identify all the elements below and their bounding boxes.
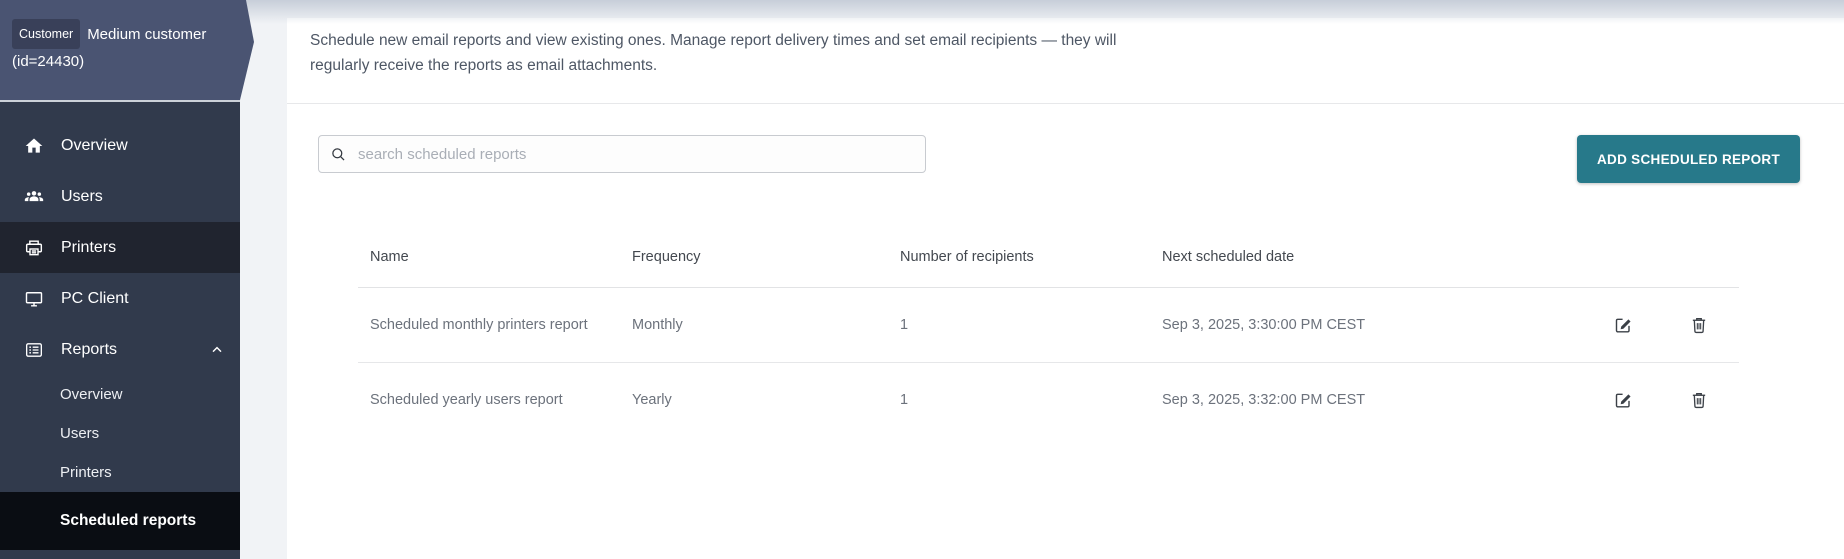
cell-recipients: 1 xyxy=(888,363,1150,438)
chevron-up-icon[interactable] xyxy=(209,342,225,358)
sidebar-item-reports[interactable]: Reports xyxy=(0,324,240,375)
scheduled-reports-table: Name Frequency Number of recipients Next… xyxy=(358,227,1739,437)
column-header-frequency: Frequency xyxy=(620,227,888,288)
sidebar-item-label: Printers xyxy=(61,239,116,257)
sidebar-item-pc-client[interactable]: PC Client xyxy=(0,273,240,324)
sidebar-item-printers[interactable]: Printers xyxy=(0,222,240,273)
customer-badge: Customer xyxy=(12,19,80,49)
reports-icon xyxy=(24,340,44,360)
cell-frequency: Monthly xyxy=(620,288,888,363)
table-header-row: Name Frequency Number of recipients Next… xyxy=(358,227,1739,288)
search-input[interactable] xyxy=(356,145,915,164)
section-divider xyxy=(287,103,1844,104)
cell-next-date: Sep 3, 2025, 3:32:00 PM CEST xyxy=(1150,363,1510,438)
sidebar-subitem-label: Printers xyxy=(60,464,112,481)
sidebar-item-overview[interactable]: Overview xyxy=(0,120,240,171)
cell-name: Scheduled yearly users report xyxy=(358,363,620,438)
sidebar-subitem-reports-users[interactable]: Users xyxy=(0,414,240,453)
search-icon xyxy=(329,145,348,164)
sidebar-subitem-reports-printers[interactable]: Printers xyxy=(0,453,240,492)
column-header-next-date: Next scheduled date xyxy=(1150,227,1510,288)
table-row: Scheduled monthly printers report Monthl… xyxy=(358,288,1739,363)
delete-icon[interactable] xyxy=(1689,315,1709,335)
cell-next-date: Sep 3, 2025, 3:30:00 PM CEST xyxy=(1150,288,1510,363)
monitor-icon xyxy=(24,289,44,309)
sidebar-item-label: PC Client xyxy=(61,290,129,308)
column-header-name: Name xyxy=(358,227,620,288)
add-scheduled-report-button[interactable]: ADD SCHEDULED REPORT xyxy=(1577,135,1800,183)
home-icon xyxy=(24,136,44,156)
column-header-recipients: Number of recipients xyxy=(888,227,1150,288)
sidebar-item-label: Reports xyxy=(61,341,117,359)
sidebar-subitem-reports-overview[interactable]: Overview xyxy=(0,375,240,414)
sidebar-item-label: Overview xyxy=(61,137,128,155)
delete-icon[interactable] xyxy=(1689,390,1709,410)
customer-header: CustomerMedium customer (id=24430) xyxy=(0,0,256,100)
content-card: Schedule new email reports and view exis… xyxy=(287,18,1844,559)
column-header-actions xyxy=(1510,227,1739,288)
sidebar-subitem-label: Scheduled reports xyxy=(60,512,196,530)
cell-name: Scheduled monthly printers report xyxy=(358,288,620,363)
cell-recipients: 1 xyxy=(888,288,1150,363)
sidebar-subitem-label: Overview xyxy=(60,386,123,403)
sidebar-item-users[interactable]: Users xyxy=(0,171,240,222)
sidebar-subitem-scheduled-reports[interactable]: Scheduled reports xyxy=(0,492,240,550)
sidebar: CustomerMedium customer (id=24430) Overv… xyxy=(0,0,240,559)
sidebar-item-label: Users xyxy=(61,188,103,206)
sidebar-subitem-label: Users xyxy=(60,425,99,442)
page-description: Schedule new email reports and view exis… xyxy=(310,28,1180,78)
main-content: Schedule new email reports and view exis… xyxy=(240,0,1844,559)
sidebar-nav: Overview Users xyxy=(0,102,240,559)
cell-frequency: Yearly xyxy=(620,363,888,438)
users-icon xyxy=(24,187,44,207)
table-row: Scheduled yearly users report Yearly 1 S… xyxy=(358,363,1739,438)
edit-icon[interactable] xyxy=(1613,315,1633,335)
toolbar: ADD SCHEDULED REPORT xyxy=(287,135,1844,183)
edit-icon[interactable] xyxy=(1613,390,1633,410)
search-box[interactable] xyxy=(318,135,926,173)
printer-icon xyxy=(24,238,44,258)
